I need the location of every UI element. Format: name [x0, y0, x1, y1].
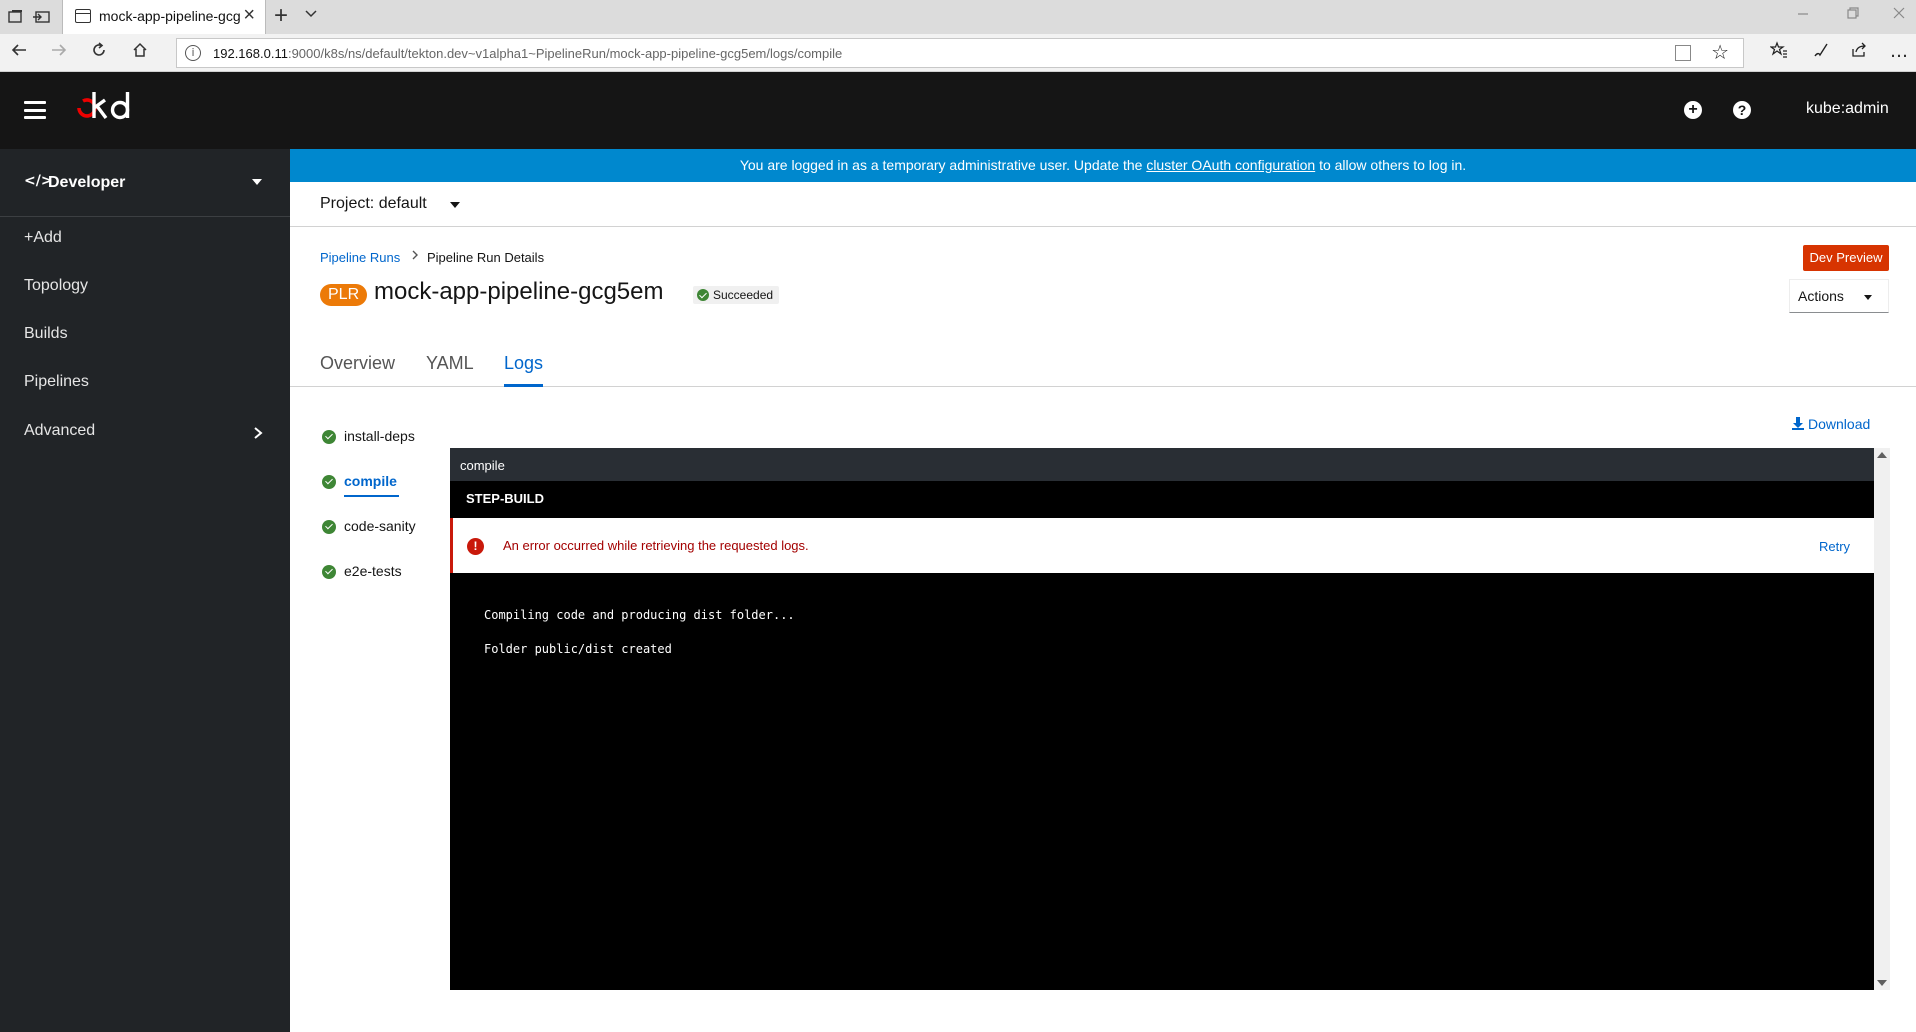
download-icon — [1792, 417, 1804, 430]
log-line: Folder public/dist created — [484, 642, 672, 656]
actions-dropdown[interactable]: Actions — [1789, 279, 1889, 313]
breadcrumb-pipeline-runs[interactable]: Pipeline Runs — [320, 250, 400, 265]
tab-yaml[interactable]: YAML — [426, 353, 474, 374]
perspective-label: Developer — [48, 174, 126, 191]
actions-label: Actions — [1798, 288, 1844, 304]
sidebar: </> Developer +Add Topology Builds Pipel… — [0, 149, 290, 1032]
log-line: Compiling code and producing dist folder… — [484, 608, 795, 622]
reading-view-icon[interactable] — [1675, 45, 1691, 61]
help-icon[interactable]: ? — [1733, 101, 1751, 119]
resource-badge: PLR — [320, 284, 368, 306]
caret-down-icon — [1864, 295, 1872, 300]
sidebar-item-builds[interactable]: Builds — [24, 325, 68, 343]
hamburger-menu-icon[interactable] — [24, 101, 46, 119]
home-icon[interactable] — [131, 41, 149, 64]
log-error-alert: ! An error occurred while retrieving the… — [450, 518, 1874, 573]
temporary-admin-banner: You are logged in as a temporary adminis… — [290, 149, 1916, 182]
new-tab-icon[interactable]: + — [274, 2, 288, 30]
breadcrumb-current: Pipeline Run Details — [427, 250, 545, 265]
retry-button[interactable]: Retry — [1819, 539, 1850, 554]
page-icon — [75, 9, 91, 23]
sidebar-item-advanced[interactable]: Advanced — [24, 422, 95, 440]
project-bar: Project: default — [290, 182, 1916, 227]
log-window-header: compile — [450, 448, 1874, 481]
masthead: + ? kube:admin — [0, 72, 1916, 149]
tab-list-chevron-icon[interactable] — [304, 6, 318, 23]
set-tabs-aside-icon[interactable] — [32, 7, 52, 27]
check-circle-icon — [322, 565, 336, 579]
sidebar-item-add[interactable]: +Add — [24, 229, 62, 247]
log-scrollbar[interactable] — [1874, 448, 1890, 990]
back-icon[interactable] — [10, 41, 28, 64]
address-url: 192.168.0.11:9000/k8s/ns/default/tekton.… — [213, 46, 843, 61]
share-icon[interactable] — [1850, 41, 1868, 64]
sidebar-item-topology[interactable]: Topology — [24, 277, 88, 295]
perspective-switcher[interactable]: </> Developer — [0, 149, 290, 217]
okd-logo[interactable] — [70, 86, 150, 126]
breadcrumb-separator-icon — [410, 248, 420, 265]
chevron-right-icon[interactable] — [252, 424, 264, 445]
close-tab-icon[interactable]: × — [243, 4, 255, 27]
log-viewer: compile STEP-BUILD ! An error occurred w… — [450, 448, 1890, 990]
import-plus-icon[interactable]: + — [1684, 101, 1702, 119]
dev-preview-badge: Dev Preview — [1803, 245, 1889, 271]
sidebar-item-pipelines[interactable]: Pipelines — [24, 373, 89, 391]
check-circle-icon — [322, 475, 336, 489]
step-name: STEP-BUILD — [466, 491, 544, 506]
error-message: An error occurred while retrieving the r… — [503, 538, 809, 553]
browser-tab-title: mock-app-pipeline-gcg — [99, 8, 241, 24]
browser-tab[interactable]: mock-app-pipeline-gcg × — [62, 0, 266, 34]
download-logs-button[interactable]: Download — [1792, 416, 1870, 432]
status-badge: Succeeded — [693, 286, 780, 304]
caret-down-icon — [252, 179, 262, 185]
check-circle-icon — [322, 430, 336, 444]
horizontal-tabs: Overview YAML Logs — [290, 343, 1916, 387]
favorite-star-icon[interactable]: ☆ — [1711, 40, 1729, 64]
refresh-icon[interactable] — [90, 41, 108, 64]
scroll-up-icon[interactable] — [1877, 452, 1887, 458]
caret-down-icon[interactable] — [450, 202, 460, 208]
tab-overview[interactable]: Overview — [320, 353, 395, 374]
cluster-oauth-link[interactable]: cluster OAuth configuration — [1146, 157, 1315, 173]
browser-nav-bar: i 192.168.0.11:9000/k8s/ns/default/tekto… — [0, 34, 1916, 72]
exclamation-circle-icon: ! — [467, 538, 484, 555]
pen-icon[interactable] — [1812, 41, 1830, 64]
forward-icon[interactable] — [50, 41, 68, 64]
tab-logs[interactable]: Logs — [504, 353, 544, 387]
user-menu[interactable]: kube:admin — [1806, 100, 1889, 118]
restore-icon[interactable] — [1846, 6, 1860, 25]
check-circle-icon — [697, 289, 709, 301]
site-info-icon[interactable]: i — [185, 45, 201, 61]
minimize-icon[interactable] — [1796, 6, 1810, 25]
check-circle-icon — [322, 520, 336, 534]
scroll-down-icon[interactable] — [1877, 980, 1887, 986]
page-title: mock-app-pipeline-gcg5em — [374, 278, 664, 305]
more-icon[interactable]: … — [1890, 41, 1908, 62]
tab-actions-icon[interactable] — [6, 7, 26, 27]
address-bar[interactable]: i 192.168.0.11:9000/k8s/ns/default/tekto… — [176, 38, 1744, 68]
browser-tab-bar: mock-app-pipeline-gcg × + — [0, 0, 1916, 34]
project-selector[interactable]: Project: default — [320, 195, 427, 213]
close-window-icon[interactable] — [1892, 6, 1906, 25]
favorites-hub-icon[interactable] — [1769, 41, 1788, 64]
